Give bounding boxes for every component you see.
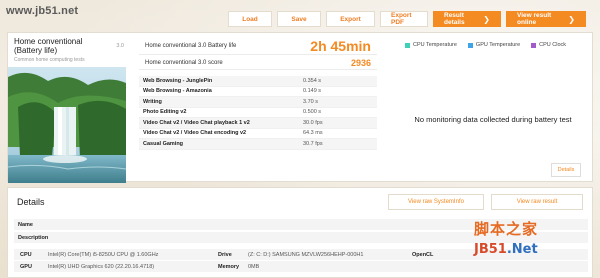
score-value: 2936: [350, 58, 371, 68]
description-label: Description: [18, 234, 49, 241]
save-button[interactable]: Save: [277, 11, 321, 27]
name-label: Name: [18, 221, 33, 228]
watermark-english-text: JB51.Net: [474, 242, 538, 257]
drive-label: Drive: [218, 251, 232, 258]
table-row: Video Chat v2 / Video Chat playback 1 v2…: [139, 118, 377, 129]
export-button[interactable]: Export: [326, 11, 375, 27]
site-logo-watermark: 脚本之家 JB51.Net: [470, 218, 594, 274]
table-row: Web Browsing - Amazonia 0.149 s: [139, 87, 377, 97]
chevron-right-icon: ❯: [568, 14, 575, 24]
result-details-button[interactable]: Result details ❯: [433, 11, 501, 27]
table-row: Casual Gaming 30.7 fps: [139, 139, 377, 150]
memory-label: Memory: [218, 263, 240, 270]
cpu-label: CPU: [20, 251, 32, 258]
legend-gpu-temperature[interactable]: GPU Temperature: [467, 42, 521, 48]
subtest-value: 30.0 fps: [303, 119, 323, 126]
table-row: Writing 3.70 s: [139, 97, 377, 108]
monitoring-details-button[interactable]: Details: [551, 163, 581, 177]
no-monitoring-data-message: No monitoring data collected during batt…: [414, 115, 572, 124]
details-title: Details: [17, 197, 45, 207]
watermark-en-b: .Net: [506, 242, 538, 257]
result-card: Home conventional (Battery life) 3.0 Com…: [7, 32, 593, 183]
subtest-value: 0.354 s: [303, 77, 322, 84]
legend-swatch: [467, 42, 473, 48]
toolbar: Load Save Export Export PDF Result detai…: [228, 11, 586, 27]
subtest-name: Web Browsing - JunglePin: [143, 77, 213, 84]
subtest-value: 0.500 s: [303, 109, 322, 116]
cpu-value: Intel(R) Core(TM) i5-8250U CPU @ 1.60GHz: [48, 251, 159, 258]
subtest-value: 30.7 fps: [303, 140, 323, 147]
legend-cpu-clock[interactable]: CPU Clock: [531, 42, 566, 48]
test-version: 3.0: [116, 43, 124, 49]
subtest-name: Video Chat v2 / Video Chat playback 1 v2: [143, 119, 250, 126]
export-pdf-button[interactable]: Export PDF: [380, 11, 428, 27]
view-raw-systeminfo-button[interactable]: View raw SystemInfo: [388, 194, 484, 210]
view-raw-result-button[interactable]: View raw result: [491, 194, 583, 210]
legend-label: GPU Temperature: [475, 42, 521, 48]
site-watermark: www.jb51.net: [6, 5, 79, 17]
subtest-name: Video Chat v2 / Video Chat encoding v2: [143, 130, 247, 137]
subtest-name: Photo Editing v2: [143, 109, 187, 116]
load-button[interactable]: Load: [228, 11, 272, 27]
table-row: Photo Editing v2 0.500 s: [139, 108, 377, 118]
view-result-online-label: View result online: [517, 12, 552, 26]
subtest-value: 0.149 s: [303, 88, 322, 95]
test-subtitle: Common home computing tests: [14, 57, 85, 63]
memory-value: 0MB: [248, 263, 260, 270]
battery-life-row: Home conventional 3.0 Battery life 2h 45…: [139, 37, 377, 55]
table-row: Web Browsing - JunglePin 0.354 s: [139, 76, 377, 87]
drive-value: (Z: C: D:) SAMSUNG MZVLW256HEHP-000H1: [248, 251, 364, 258]
legend-label: CPU Temperature: [413, 42, 457, 48]
subtest-name: Web Browsing - Amazonia: [143, 88, 212, 95]
legend-label: CPU Clock: [539, 42, 567, 48]
monitoring-legend: CPU Temperature GPU Temperature CPU Cloc…: [405, 42, 566, 48]
score-row: Home conventional 3.0 score 2936: [139, 57, 377, 70]
subtest-table: Web Browsing - JunglePin 0.354 s Web Bro…: [139, 76, 377, 150]
opencl-label: OpenCL: [412, 251, 434, 258]
battery-life-value: 2h 45min: [310, 37, 371, 54]
test-title: Home conventional (Battery life): [14, 37, 83, 55]
result-details-label: Result details: [444, 12, 465, 26]
subtest-value: 64.3 ms: [303, 130, 323, 137]
view-result-online-button[interactable]: View result online ❯: [506, 11, 586, 27]
watermark-chinese-text: 脚本之家: [474, 220, 539, 238]
monitoring-panel: CPU Temperature GPU Temperature CPU Cloc…: [393, 33, 593, 183]
chevron-right-icon: ❯: [483, 14, 490, 24]
battery-life-label: Home conventional 3.0 Battery life: [145, 42, 237, 49]
score-panel: Home conventional 3.0 Battery life 2h 45…: [132, 33, 382, 183]
score-label: Home conventional 3.0 score: [145, 60, 223, 66]
table-row: Video Chat v2 / Video Chat encoding v2 6…: [139, 129, 377, 139]
subtest-name: Writing: [143, 98, 162, 105]
watermark-en-a: JB51: [474, 242, 507, 257]
legend-swatch: [405, 42, 410, 48]
legend-cpu-temperature[interactable]: CPU Temperature: [405, 42, 457, 48]
legend-swatch: [531, 42, 537, 48]
test-thumbnail-image: [8, 67, 126, 183]
gpu-label: GPU: [20, 263, 32, 270]
subtest-name: Casual Gaming: [143, 140, 184, 147]
test-info-panel: Home conventional (Battery life) 3.0 Com…: [8, 33, 126, 183]
subtest-value: 3.70 s: [303, 98, 318, 105]
gpu-value: Intel(R) UHD Graphics 620 (22.20.16.4718…: [48, 263, 155, 270]
